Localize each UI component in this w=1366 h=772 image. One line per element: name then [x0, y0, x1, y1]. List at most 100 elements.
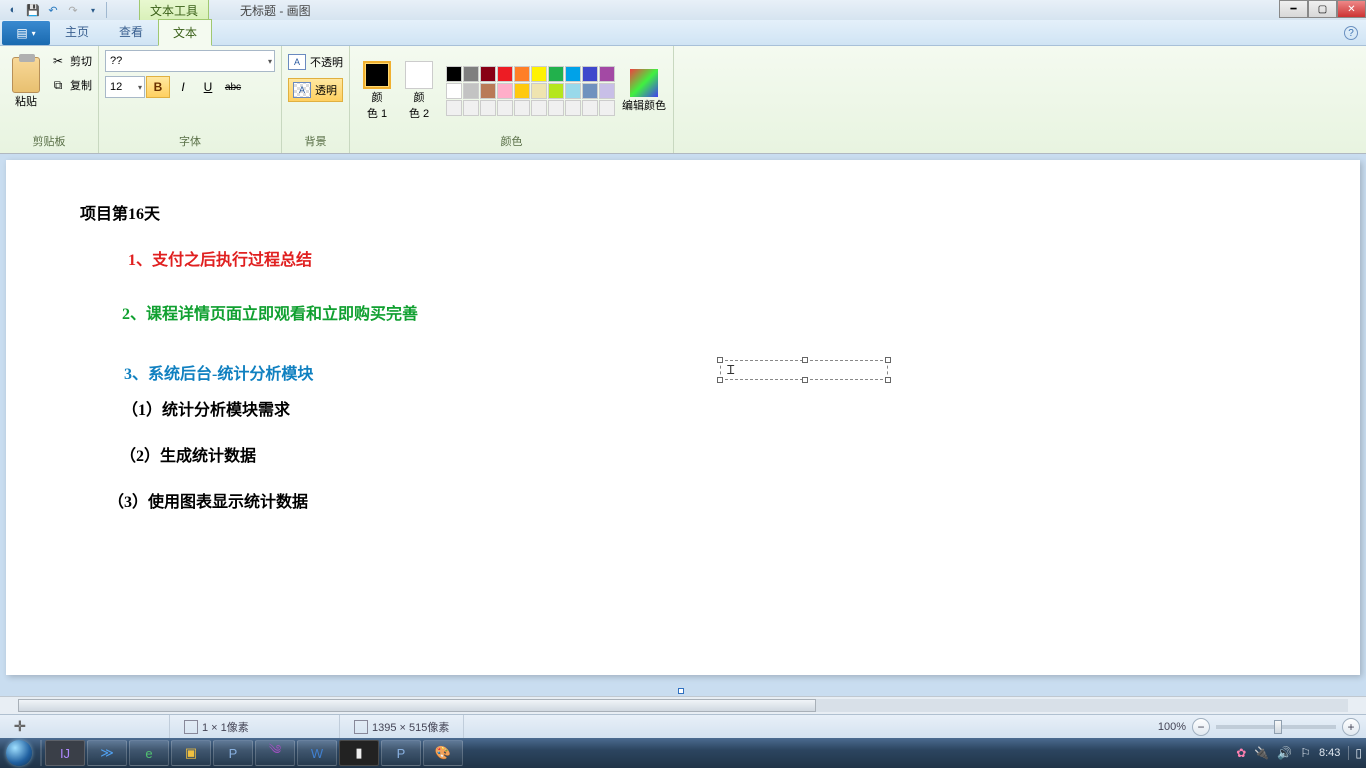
palette-swatch[interactable] — [514, 83, 530, 99]
canvas-text-l3: 3、系统后台-统计分析模块 — [124, 360, 313, 384]
zoom-out-button[interactable]: − — [1192, 718, 1210, 736]
taskbar-app-6[interactable]: ༄ — [255, 740, 295, 766]
palette-swatch[interactable] — [531, 83, 547, 99]
palette-swatch[interactable] — [463, 83, 479, 99]
palette-swatch[interactable] — [548, 66, 564, 82]
taskbar-app-paint[interactable]: 🎨 — [423, 740, 463, 766]
tray-flag-icon[interactable]: ⚐ — [1300, 746, 1311, 760]
help-icon[interactable]: ? — [1344, 26, 1358, 40]
resize-handle-se[interactable] — [885, 377, 891, 383]
palette-swatch[interactable] — [480, 66, 496, 82]
canvas[interactable]: 项目第16天 1、支付之后执行过程总结 2、课程详情页面立即观看和立即购买完善 … — [6, 160, 1360, 675]
palette-swatch[interactable] — [531, 66, 547, 82]
taskbar-app-2[interactable]: ≫ — [87, 740, 127, 766]
zoom-slider-thumb[interactable] — [1274, 720, 1282, 734]
undo-icon[interactable]: ↶ — [44, 1, 62, 19]
maximize-button[interactable]: ▢ — [1308, 0, 1337, 18]
group-label-colors: 颜色 — [356, 131, 667, 153]
opaque-option[interactable]: A不透明 — [288, 50, 343, 74]
color2-button[interactable]: 颜色 2 — [398, 61, 440, 121]
taskbar-app-9[interactable]: P — [381, 740, 421, 766]
canvas-size: 1395 × 515像素 — [340, 715, 464, 738]
taskbar-app-8[interactable]: ▮ — [339, 740, 379, 766]
canvas-text-l6: （3）使用图表显示统计数据 — [108, 488, 308, 512]
file-menu-button[interactable]: ▤▾ — [2, 21, 50, 45]
start-button[interactable] — [0, 738, 38, 768]
font-name-combo[interactable]: ??▾ — [105, 50, 275, 72]
palette-swatch[interactable] — [599, 66, 615, 82]
tray-power-icon[interactable]: 🔌 — [1254, 746, 1269, 760]
italic-button[interactable]: I — [171, 76, 195, 98]
palette-swatch[interactable] — [497, 66, 513, 82]
title-bar: ◐ 💾 ↶ ↷ ▾ 文本工具 无标题 - 画图 ━ ▢ ✕ — [0, 0, 1366, 20]
palette-swatch[interactable] — [497, 100, 513, 116]
tab-view[interactable]: 查看 — [104, 18, 158, 45]
save-icon[interactable]: 💾 — [24, 1, 42, 19]
palette-swatch[interactable] — [565, 83, 581, 99]
taskbar-app-4[interactable]: ▣ — [171, 740, 211, 766]
canvas-resize-handle[interactable] — [678, 688, 684, 694]
resize-handle-nw[interactable] — [717, 357, 723, 363]
palette-swatch[interactable] — [480, 100, 496, 116]
palette-swatch[interactable] — [565, 100, 581, 116]
bold-button[interactable]: B — [146, 76, 170, 98]
palette-swatch[interactable] — [582, 66, 598, 82]
resize-handle-n[interactable] — [802, 357, 808, 363]
cut-button[interactable]: ✂剪切 — [50, 50, 92, 72]
taskbar-app-1[interactable]: IJ — [45, 740, 85, 766]
tab-text[interactable]: 文本 — [158, 19, 212, 46]
tray-volume-icon[interactable]: 🔊 — [1277, 746, 1292, 760]
underline-button[interactable]: U — [196, 76, 220, 98]
transparent-option[interactable]: A透明 — [288, 78, 343, 102]
palette-swatch[interactable] — [599, 100, 615, 116]
palette-swatch[interactable] — [531, 100, 547, 116]
tab-home[interactable]: 主页 — [50, 18, 104, 45]
zoom-in-button[interactable]: + — [1342, 718, 1360, 736]
color1-button[interactable]: 颜色 1 — [356, 61, 398, 121]
palette-swatch[interactable] — [548, 100, 564, 116]
resize-handle-ne[interactable] — [885, 357, 891, 363]
copy-button[interactable]: ⧉复制 — [50, 74, 92, 96]
strike-button[interactable]: abc — [221, 76, 245, 98]
palette-swatch[interactable] — [446, 100, 462, 116]
paste-button[interactable]: 粘贴 — [6, 50, 46, 116]
tray-icon-1[interactable]: ✿ — [1236, 746, 1246, 760]
taskbar-app-5[interactable]: P — [213, 740, 253, 766]
palette-swatch[interactable] — [497, 83, 513, 99]
zoom-slider[interactable] — [1216, 725, 1336, 729]
canvas-text-l1: 1、支付之后执行过程总结 — [128, 246, 312, 270]
palette-swatch[interactable] — [514, 66, 530, 82]
minimize-button[interactable]: ━ — [1279, 0, 1308, 18]
resize-handle-s[interactable] — [802, 377, 808, 383]
palette-swatch[interactable] — [446, 83, 462, 99]
palette-swatch[interactable] — [582, 100, 598, 116]
app-menu-icon[interactable]: ◐ — [4, 1, 22, 19]
palette-swatch[interactable] — [582, 83, 598, 99]
scrollbar-thumb[interactable] — [18, 699, 816, 712]
palette-swatch[interactable] — [599, 83, 615, 99]
palette-swatch[interactable] — [446, 66, 462, 82]
palette-swatch[interactable] — [548, 83, 564, 99]
show-desktop-button[interactable]: ▯ — [1348, 746, 1362, 760]
ribbon-group-background: A不透明 A透明 背景 — [282, 46, 350, 153]
palette-swatch[interactable] — [463, 66, 479, 82]
taskbar-app-3[interactable]: e — [129, 740, 169, 766]
separator — [40, 740, 42, 766]
resize-handle-sw[interactable] — [717, 377, 723, 383]
close-button[interactable]: ✕ — [1337, 0, 1366, 18]
qat-dropdown-icon[interactable]: ▾ — [84, 1, 102, 19]
palette-swatch[interactable] — [514, 100, 530, 116]
horizontal-scrollbar[interactable] — [0, 696, 1366, 714]
palette-swatch[interactable] — [463, 100, 479, 116]
ribbon-group-colors: 颜色 1 颜色 2 编辑颜色 颜色 — [350, 46, 674, 153]
window-title: 无标题 - 画图 — [240, 2, 311, 19]
taskbar-app-7[interactable]: W — [297, 740, 337, 766]
font-size-combo[interactable]: 12▾ — [105, 76, 145, 98]
taskbar-clock[interactable]: 8:43 — [1319, 747, 1340, 759]
active-text-box[interactable]: Ꮖ — [720, 360, 888, 380]
redo-icon[interactable]: ↷ — [64, 1, 82, 19]
edit-colors-button[interactable]: 编辑颜色 — [621, 69, 667, 113]
palette-swatch[interactable] — [565, 66, 581, 82]
palette-swatch[interactable] — [480, 83, 496, 99]
paste-label: 粘贴 — [15, 93, 37, 109]
